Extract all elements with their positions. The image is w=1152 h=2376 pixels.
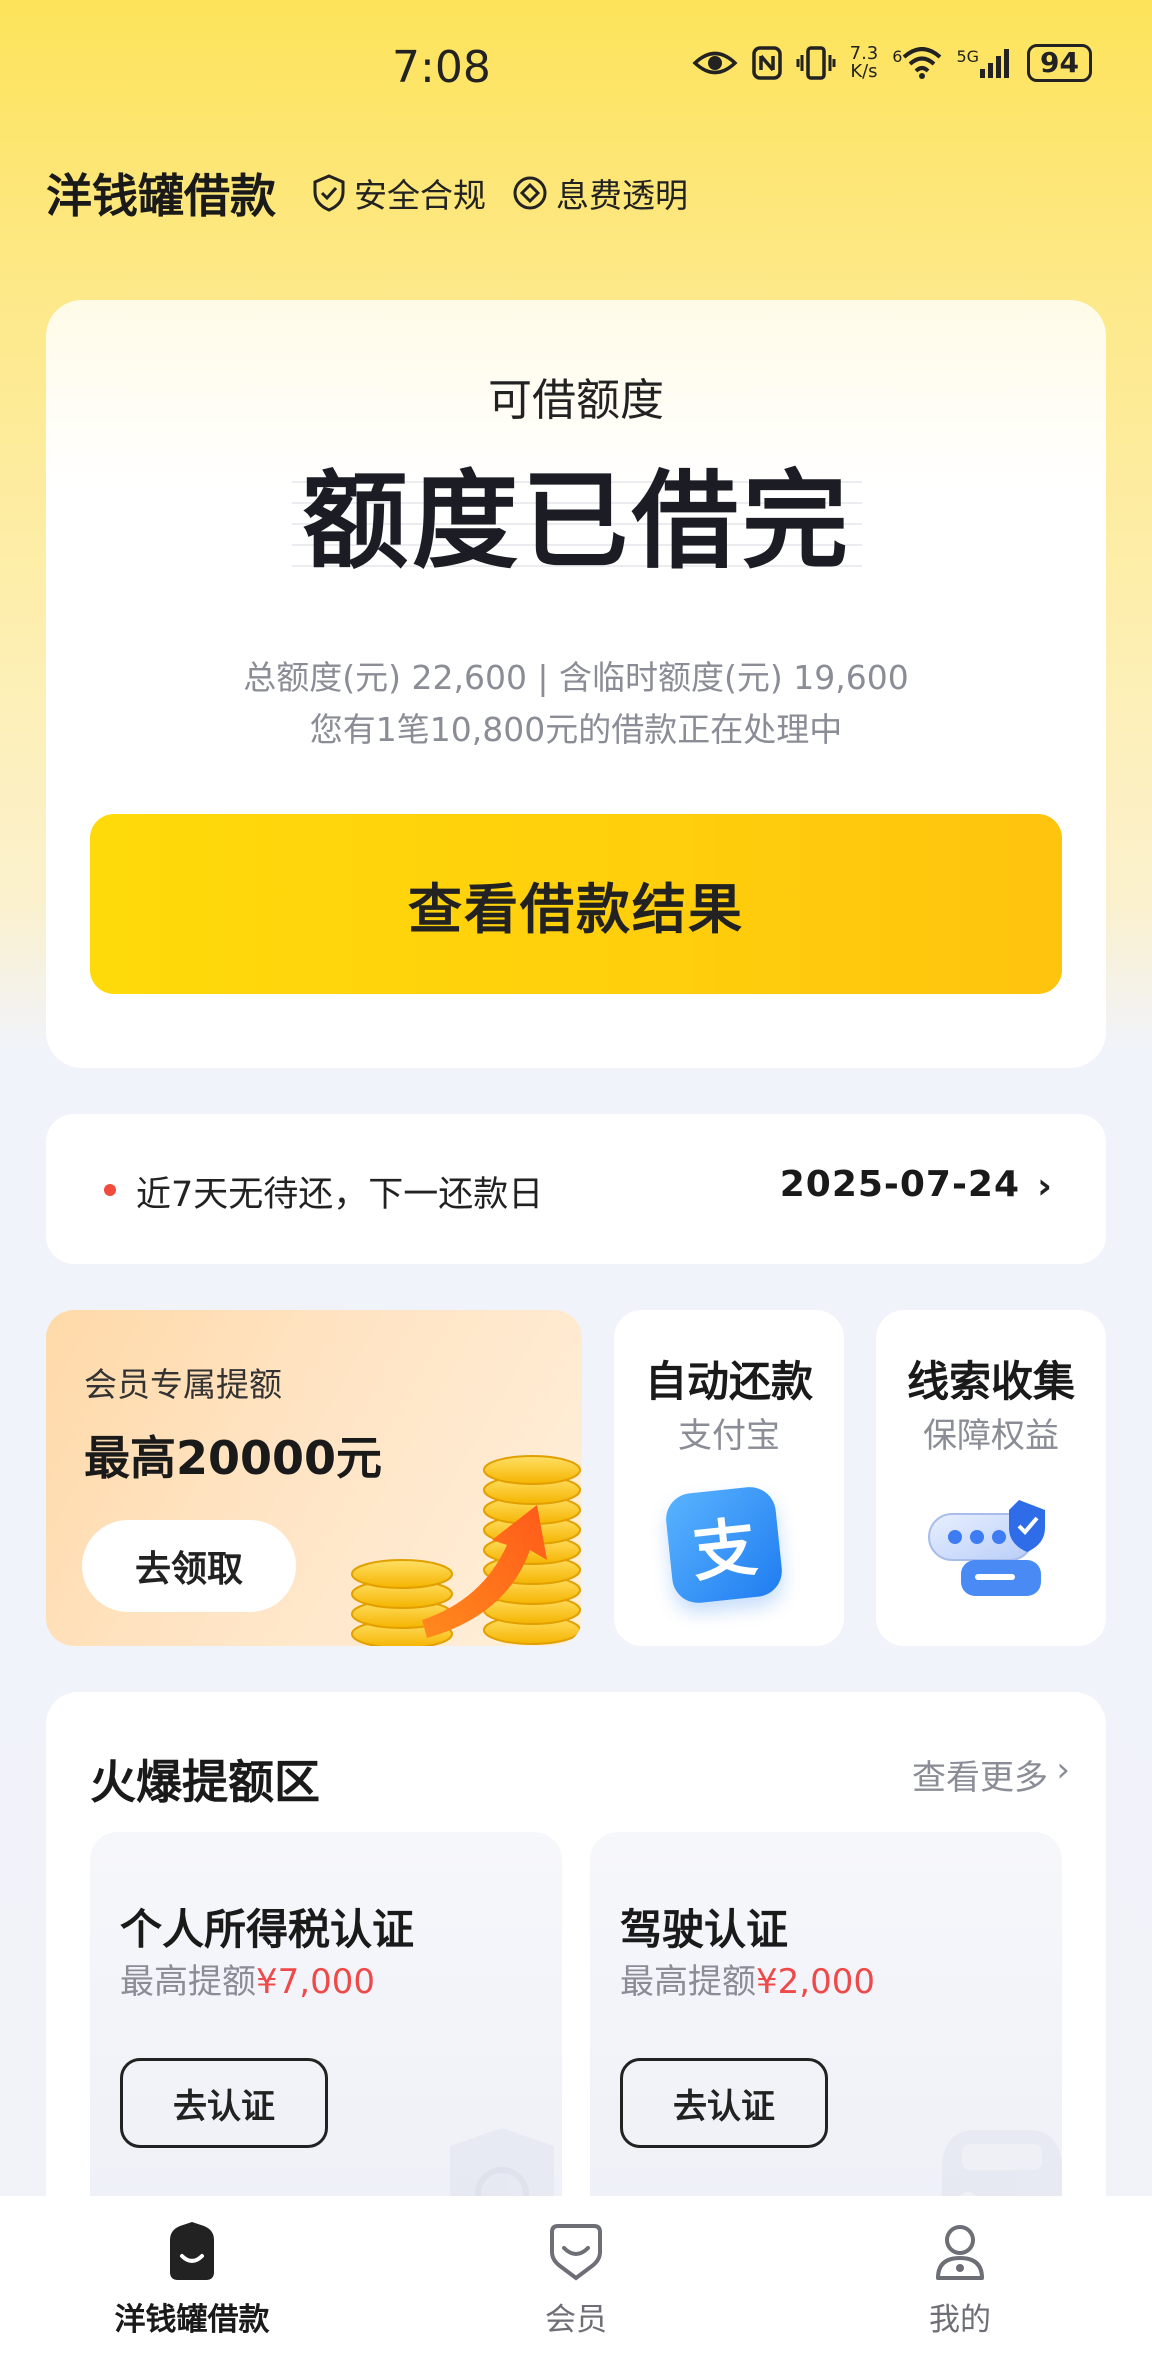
status-icons: 7.3 K/s 6 5G 94 [692,44,1092,82]
alipay-icon: 支 [663,1484,789,1610]
nav-label-member: 会员 [545,2302,607,2338]
auto-repay-title: 自动还款 [644,1357,813,1406]
net-speed: 7.3 K/s [850,45,879,81]
quota-status: 额度已借完 [302,460,852,583]
hot-item-sub-prefix: 最高提额 [120,1962,256,2002]
eye-icon [692,48,738,78]
chat-shield-icon [928,1500,1045,1596]
status-bar: 7:08 7.3 K/s 6 5G 94 [0,0,1152,130]
tag-security: 安全合规 [312,169,486,217]
auto-repay-card[interactable]: 自动还款 支付宝 支 [614,1310,844,1646]
hot-item-subtitle: 最高提额¥2,000 [620,1954,875,2003]
alipay-glyph: 支 [688,1510,761,1592]
tag-transparent-fees-label: 息费透明 [556,176,688,215]
tag-transparent-fees: 息费透明 [512,169,688,217]
quota-total-line: 总额度(元) 22,600 | 含临时额度(元) 19,600 [243,658,909,697]
profile-icon [936,2225,984,2280]
shield-check-icon [313,174,345,212]
hot-item-sub-prefix: 最高提额 [620,1962,756,2002]
signal-icon: 5G [956,47,1013,79]
app-header: 洋钱罐借款 安全合规 息费透明 [46,160,714,226]
nav-label-profile: 我的 [929,2302,991,2338]
quota-status-box: 额度已借完 [292,462,862,582]
home-bag-icon [170,2222,214,2280]
nav-item-profile[interactable]: 我的 [840,2222,1080,2339]
member-promo-card[interactable]: 会员专属提额 最高20000元 去领取 [46,1310,582,1646]
battery-indicator: 94 [1027,44,1092,82]
auto-repay-subtitle: 支付宝 [678,1416,780,1456]
view-more-link[interactable]: 查看更多 [912,1750,1048,1799]
diamond-icon [513,176,547,210]
view-loan-result-button[interactable]: 查看借款结果 [90,814,1062,994]
clue-collect-subtitle: 保障权益 [923,1416,1059,1456]
nfc-icon [751,46,782,80]
tag-security-label: 安全合规 [354,176,486,215]
repayment-date: 2025-07-24 [779,1164,1020,1205]
hot-item-amount: ¥2,000 [756,1962,875,2002]
hot-item-title: 个人所得税认证 [120,1905,415,1954]
coins-arrow-icon [351,1455,581,1646]
network-label: 5G [956,47,980,66]
chevron-right-icon: › [1037,1166,1052,1207]
quota-label: 可借额度 [488,375,664,426]
nav-item-member[interactable]: 会员 [456,2222,696,2339]
member-badge-icon [550,2224,602,2281]
bottom-nav: 洋钱罐借款 会员 我的 [0,2196,1152,2376]
driving-verification-card[interactable]: 驾驶认证 最高提额¥2,000 去认证 [590,1832,1062,2252]
tax-verification-card[interactable]: 个人所得税认证 最高提额¥7,000 去认证 [90,1832,562,2252]
nav-item-loan[interactable]: 洋钱罐借款 [72,2222,312,2339]
vibrate-icon [796,46,836,80]
verify-button[interactable]: 去认证 [620,2058,828,2148]
net-speed-unit: K/s [850,61,878,82]
clue-collect-title: 线索收集 [906,1357,1075,1406]
hot-section-title: 火爆提额区 [90,1755,320,1809]
hot-item-subtitle: 最高提额¥7,000 [120,1954,375,2003]
status-time: 7:08 [392,42,491,93]
verify-button[interactable]: 去认证 [120,2058,328,2148]
quota-processing-line: 您有1笔10,800元的借款正在处理中 [309,710,843,749]
repayment-dot [104,1184,116,1196]
repayment-bar[interactable]: 近7天无待还，下一还款日 2025-07-24 › [46,1114,1106,1264]
wifi-icon: 6 [892,47,942,79]
repayment-text: 近7天无待还，下一还款日 [136,1175,544,1215]
claim-button[interactable]: 去领取 [82,1520,296,1612]
quota-card: 可借额度 额度已借完 总额度(元) 22,600 | 含临时额度(元) 19,6… [46,300,1106,1068]
app-title: 洋钱罐借款 [46,169,276,223]
sim-label: 6 [892,47,903,66]
hot-item-title: 驾驶认证 [620,1905,789,1954]
chevron-right-icon: › [1056,1750,1070,1790]
quota-info: 总额度(元) 22,600 | 含临时额度(元) 19,600 您有1笔10,8… [46,652,1106,756]
clue-collect-card[interactable]: 线索收集 保障权益 [876,1310,1106,1646]
member-promo-subtitle: 会员专属提额 [84,1365,282,1404]
hot-item-amount: ¥7,000 [256,1962,375,2002]
hot-quota-section: 火爆提额区 查看更多 › 个人所得税认证 最高提额¥7,000 去认证 驾驶认证… [46,1692,1106,2252]
nav-label-loan: 洋钱罐借款 [114,2302,270,2338]
